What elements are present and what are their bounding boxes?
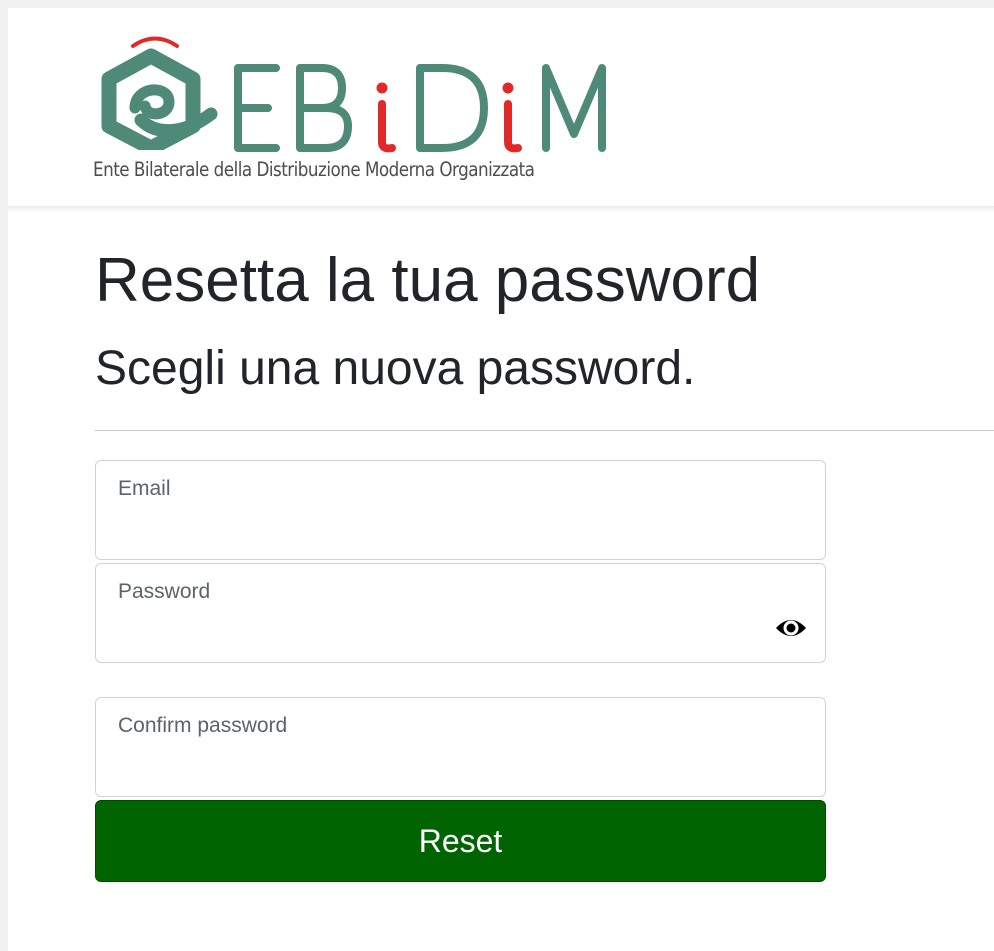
logo-mark-icon: [101, 36, 218, 150]
header-shadow: [8, 206, 994, 212]
reset-button[interactable]: Reset: [95, 800, 826, 882]
divider: [95, 430, 994, 431]
password-field[interactable]: Password: [95, 563, 826, 663]
page-title: Resetta la tua password: [95, 246, 761, 315]
eye-icon[interactable]: [774, 615, 808, 641]
page: Ente Bilaterale della Distribuzione Mode…: [8, 8, 994, 951]
password-label: Password: [118, 580, 211, 603]
logo-wordmark: [234, 64, 606, 153]
confirm-password-input[interactable]: [117, 746, 737, 780]
email-label: Email: [118, 477, 171, 500]
confirm-password-field[interactable]: Confirm password: [95, 697, 826, 797]
site-header: Ente Bilaterale della Distribuzione Mode…: [8, 8, 994, 207]
logo-tagline: Ente Bilaterale della Distribuzione Mode…: [93, 158, 535, 181]
confirm-password-label: Confirm password: [118, 714, 288, 737]
page-subtitle: Scegli una nuova password.: [95, 342, 696, 395]
password-input[interactable]: [117, 612, 737, 646]
ebidim-logo[interactable]: Ente Bilaterale della Distribuzione Mode…: [93, 24, 638, 194]
email-field[interactable]: Email: [95, 460, 826, 560]
email-input[interactable]: [117, 509, 737, 543]
